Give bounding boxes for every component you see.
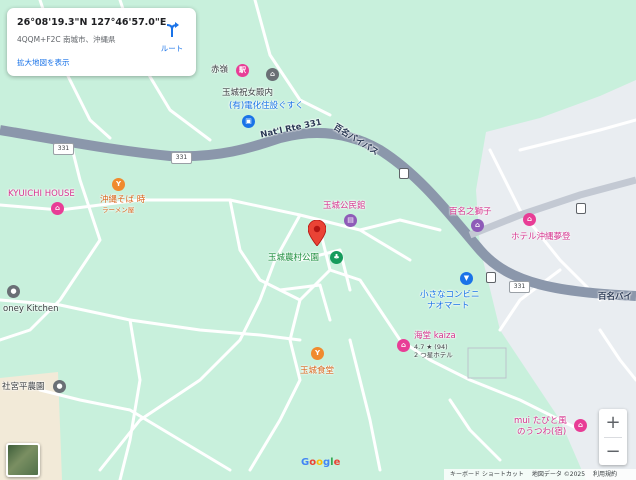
place-label-akamine[interactable]: 赤嶺 (211, 65, 228, 76)
location-icon[interactable]: ● (7, 285, 20, 298)
zoom-in-button[interactable]: + (599, 409, 627, 436)
place-class-umidou: 2 つ星ホテル (414, 351, 453, 359)
place-label-konbini[interactable]: 小さなコンビニ (420, 290, 480, 301)
shopping-cart-icon[interactable]: ▼ (460, 272, 473, 285)
place-label-hyakuna-shishi[interactable]: 百名之獅子 (449, 207, 492, 218)
hotel-icon[interactable]: ⌂ (523, 213, 536, 226)
map-footer: キーボード ショートカット 地図データ ©2025 利用規約 (444, 469, 636, 480)
hotel-icon[interactable]: ⌂ (397, 339, 410, 352)
hotel-icon[interactable]: ⌂ (51, 202, 64, 215)
train-station-icon[interactable]: 駅 (236, 64, 249, 77)
place-label-umidou[interactable]: 海堂 kaiza (414, 331, 456, 342)
restaurant-icon[interactable]: Y (311, 347, 324, 360)
location-marker-icon[interactable] (308, 220, 326, 246)
zoom-out-button[interactable]: − (599, 438, 627, 465)
restaurant-icon[interactable]: Y (112, 178, 125, 191)
larger-map-link[interactable]: 拡大地図を表示 (17, 57, 70, 68)
directions-label: ルート (160, 44, 184, 53)
location-icon[interactable]: ● (53, 380, 66, 393)
satellite-layer-toggle[interactable] (6, 443, 40, 477)
route-shield: 331 (509, 281, 530, 293)
place-label-kominkan[interactable]: 玉城公民館 (323, 201, 366, 212)
route-shield: 331 (53, 143, 74, 155)
shopping-bag-icon[interactable]: ▣ (242, 115, 255, 128)
place-label-kyuichi[interactable]: KYUICHI HOUSE (8, 189, 75, 200)
bus-stop-icon[interactable] (486, 272, 496, 283)
place-sub-konbini: ナオマート (427, 301, 470, 311)
directions-button[interactable]: ルート (157, 20, 187, 54)
place-label-ocean-kitchen[interactable]: oney Kitchen (3, 304, 59, 315)
hotel-icon[interactable]: ⌂ (574, 419, 587, 432)
landmark-icon[interactable]: ⌂ (266, 68, 279, 81)
plus-code-text: 4QQM+F2C 南城市、沖縄県 (17, 35, 116, 44)
zoom-control: + − (599, 409, 627, 465)
building-icon[interactable]: ▤ (344, 214, 357, 227)
place-label-hotel-okinawa[interactable]: ホテル沖縄夢登 (511, 232, 571, 243)
terms-link[interactable]: 利用規約 (593, 471, 617, 478)
place-label-soba[interactable]: 沖縄そば 時 (100, 195, 145, 206)
place-label-shokudo[interactable]: 玉城食堂 (300, 366, 334, 377)
route-shield: 331 (171, 152, 192, 164)
landmark-icon[interactable]: ⌂ (471, 219, 484, 232)
map-data-text: 地図データ ©2025 (531, 471, 586, 478)
road-label-bypass-right: 百名バイ (598, 292, 633, 302)
bus-stop-icon[interactable] (576, 203, 586, 214)
place-sub-soba: ラーメン屋 (102, 206, 135, 214)
directions-turn-icon (166, 22, 179, 37)
place-label-denka[interactable]: (有)電化住設ぐすく (229, 101, 304, 112)
info-card: 26°08'19.3"N 127°46'57.0"E 4QQM+F2C 南城市、… (7, 8, 196, 76)
place-label-nouson-park[interactable]: 玉城農村公園 (268, 253, 319, 264)
place-label-heiyachi[interactable]: 社宮平農園 (2, 382, 45, 393)
coordinates-text: 26°08'19.3"N 127°46'57.0"E (17, 17, 167, 28)
keyboard-shortcuts-link[interactable]: キーボード ショートカット (450, 471, 524, 478)
place-sub-muitabi: のうつわ(宿) (517, 427, 567, 437)
map-canvas[interactable]: 331 331 331 Nat'l Rte 331 百名バイパス 百名バイ 駅 … (0, 0, 636, 480)
place-label-muitabi[interactable]: mui たびと風 (514, 416, 567, 427)
place-rating-umidou: 4.7 ★ (94) (414, 343, 448, 351)
place-label-tamagusuku-iwai[interactable]: 玉城祝女殿内 (222, 88, 273, 99)
park-icon[interactable]: ♣ (330, 251, 343, 264)
bus-stop-icon[interactable] (399, 168, 409, 179)
google-logo: Google (301, 457, 341, 468)
